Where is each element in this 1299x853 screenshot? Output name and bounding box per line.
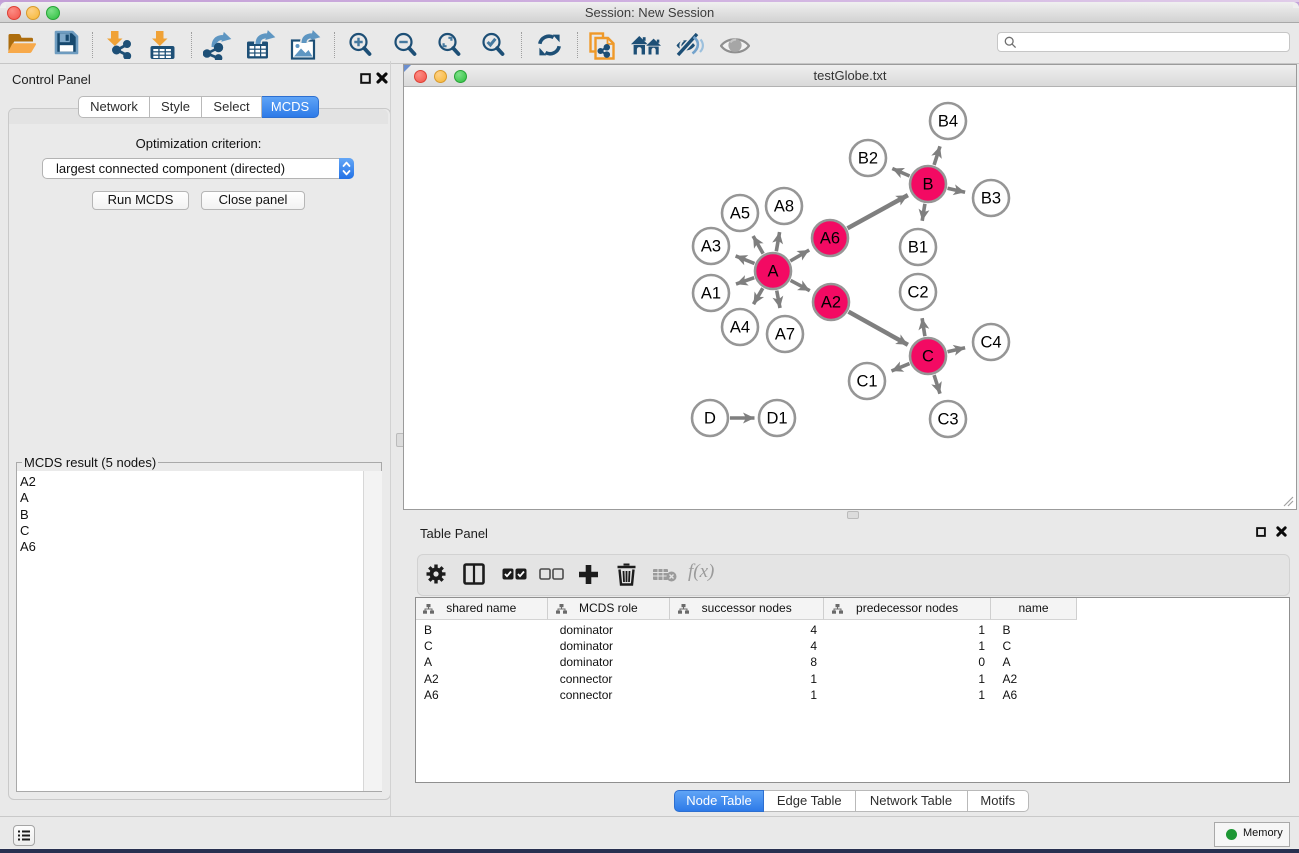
svg-text:C2: C2 bbox=[907, 284, 928, 302]
svg-text:A8: A8 bbox=[774, 198, 794, 216]
svg-text:C: C bbox=[922, 348, 934, 366]
svg-text:A4: A4 bbox=[730, 319, 750, 337]
svg-text:D: D bbox=[704, 410, 716, 428]
svg-text:C4: C4 bbox=[980, 334, 1001, 352]
svg-text:B2: B2 bbox=[858, 150, 878, 168]
svg-text:B4: B4 bbox=[938, 113, 958, 131]
svg-text:B: B bbox=[922, 176, 933, 194]
svg-text:C3: C3 bbox=[937, 411, 958, 429]
svg-text:B1: B1 bbox=[908, 239, 928, 257]
svg-text:D1: D1 bbox=[766, 410, 787, 428]
svg-text:A1: A1 bbox=[701, 285, 721, 303]
svg-text:A: A bbox=[767, 263, 778, 281]
svg-text:B3: B3 bbox=[981, 190, 1001, 208]
svg-text:A3: A3 bbox=[701, 238, 721, 256]
svg-text:A2: A2 bbox=[821, 294, 841, 312]
svg-text:C1: C1 bbox=[856, 373, 877, 391]
svg-text:A6: A6 bbox=[820, 230, 840, 248]
svg-text:A5: A5 bbox=[730, 205, 750, 223]
svg-text:A7: A7 bbox=[775, 326, 795, 344]
